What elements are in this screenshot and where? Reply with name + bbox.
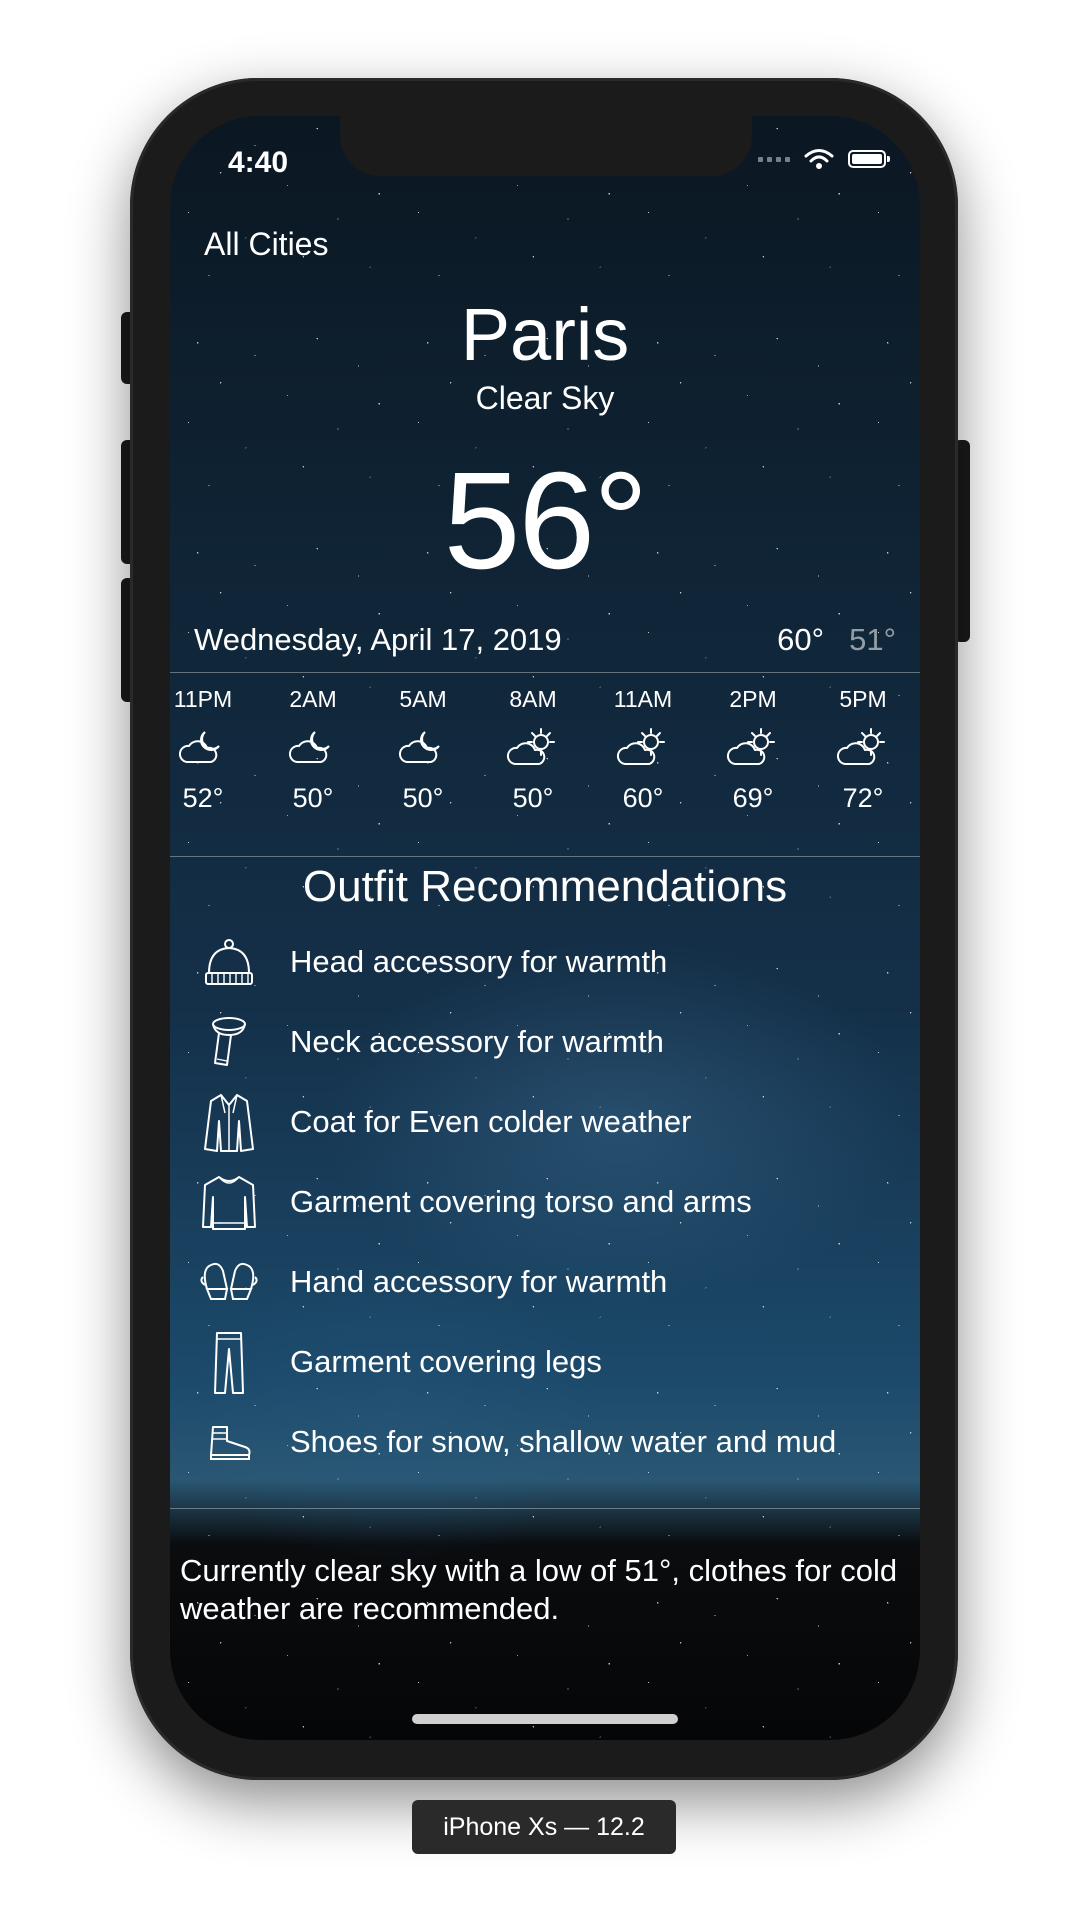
outfit-label: Neck accessory for warmth xyxy=(290,1024,664,1059)
weather-summary: Currently clear sky with a low of 51°, c… xyxy=(180,1553,898,1626)
signal-icon xyxy=(758,156,790,162)
coat-icon xyxy=(204,1094,254,1152)
hour-time: 11AM xyxy=(613,686,673,712)
high-temperature: 60° xyxy=(777,622,824,657)
wifi-icon xyxy=(804,149,834,169)
sun-cloud-icon xyxy=(726,728,775,765)
date-label: Wednesday, April 17, 2019 xyxy=(194,622,562,657)
simulator-device-label: iPhone Xs — 12.2 xyxy=(412,1800,676,1854)
battery-icon xyxy=(848,150,890,168)
divider xyxy=(170,1508,920,1509)
mittens-icon xyxy=(200,1262,258,1300)
outfit-item: Hand accessory for warmth xyxy=(170,1246,920,1320)
moon-cloud-icon xyxy=(398,731,440,763)
city-name: Paris xyxy=(460,293,630,376)
hourly-item: 2PM 69° xyxy=(698,686,808,814)
moon-cloud-icon xyxy=(178,731,220,763)
current-temperature: 56° xyxy=(443,444,649,598)
status-icons xyxy=(758,148,890,170)
moon-cloud-icon xyxy=(288,731,330,763)
hourly-item: 11AM 60° xyxy=(588,686,698,814)
pants-icon xyxy=(214,1332,244,1394)
sweater-icon xyxy=(202,1176,256,1230)
outfit-label: Shoes for snow, shallow water and mud xyxy=(290,1424,837,1459)
sun-cloud-icon xyxy=(836,728,885,765)
outfit-title: Outfit Recommendations xyxy=(302,862,788,911)
notch xyxy=(340,116,752,176)
outfit-item: Garment covering torso and arms xyxy=(170,1166,920,1240)
outfit-item: Neck accessory for warmth xyxy=(170,1006,920,1080)
status-time: 4:40 xyxy=(228,146,289,179)
outfit-item: Garment covering legs xyxy=(170,1326,920,1400)
hour-time: 2PM xyxy=(729,686,777,712)
home-indicator[interactable] xyxy=(412,1714,678,1724)
outfit-item: Head accessory for warmth xyxy=(170,926,920,1000)
hour-time: 5AM xyxy=(399,686,447,712)
hour-temperature: 50° xyxy=(292,783,334,813)
hour-temperature: 60° xyxy=(622,783,664,813)
outfit-label: Head accessory for warmth xyxy=(290,944,668,979)
hour-temperature: 50° xyxy=(512,783,554,813)
hour-temperature: 50° xyxy=(402,783,444,813)
outfit-item: Shoes for snow, shallow water and mud xyxy=(170,1406,920,1480)
hourly-item: 2AM 50° xyxy=(258,686,368,814)
outfit-item: Coat for Even colder weather xyxy=(170,1086,920,1160)
hour-time: 2AM xyxy=(289,686,337,712)
beanie-icon xyxy=(205,939,253,985)
hour-time: 5PM xyxy=(839,686,887,712)
all-cities-button[interactable]: All Cities xyxy=(204,226,328,263)
hourly-item: 11PM 52° xyxy=(170,686,258,814)
hourly-forecast: 11PM 52° 2AM 50° 5AM 50° 8AM 50° 11AM 60… xyxy=(170,686,920,856)
hourly-item: 5PM 72° xyxy=(808,686,918,814)
outfit-label: Garment covering legs xyxy=(290,1344,602,1379)
divider xyxy=(170,672,920,673)
weather-condition: Clear Sky xyxy=(475,380,615,416)
scarf-icon xyxy=(212,1017,246,1066)
low-temperature: 51° xyxy=(849,622,896,657)
hourly-item: 8AM 50° xyxy=(478,686,588,814)
hour-time: 11PM xyxy=(173,686,233,712)
app-screen: 4:40 All Cities Paris Clear Sky 56° Wedn… xyxy=(170,116,920,1740)
outfit-label: Hand accessory for warmth xyxy=(290,1264,668,1299)
sun-cloud-icon xyxy=(616,728,665,765)
boot-icon xyxy=(210,1426,251,1460)
outfit-label: Coat for Even colder weather xyxy=(290,1104,692,1139)
sun-cloud-icon xyxy=(506,728,555,765)
hour-temperature: 69° xyxy=(732,783,774,813)
hourly-item: 5AM 50° xyxy=(368,686,478,814)
hour-temperature: 72° xyxy=(842,783,884,813)
outfit-label: Garment covering torso and arms xyxy=(290,1184,752,1219)
hour-temperature: 52° xyxy=(182,783,224,813)
hour-time: 8AM xyxy=(509,686,557,712)
divider xyxy=(170,856,920,857)
